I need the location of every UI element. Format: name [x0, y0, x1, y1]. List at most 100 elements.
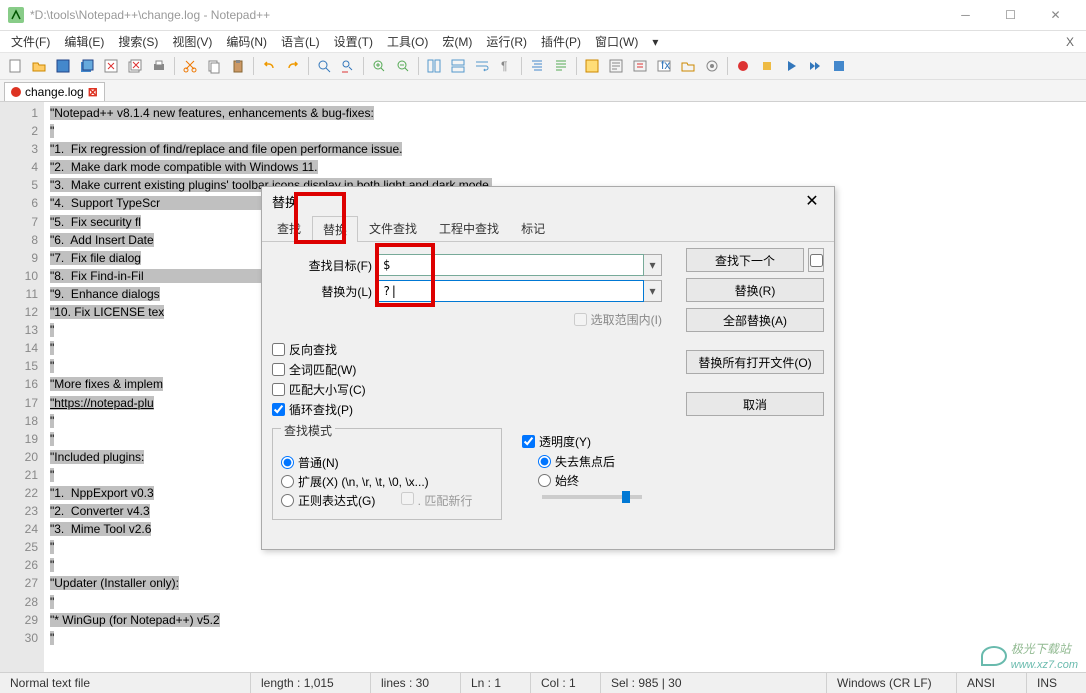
func-list-icon[interactable]: fx [653, 55, 675, 77]
dtab-replace[interactable]: 替换 [312, 216, 358, 242]
copy-icon[interactable] [203, 55, 225, 77]
stop-icon[interactable] [756, 55, 778, 77]
save-icon[interactable] [52, 55, 74, 77]
undo-icon[interactable] [258, 55, 280, 77]
replace-icon[interactable] [337, 55, 359, 77]
mode-ext-radio[interactable] [281, 475, 294, 488]
tab-close-x[interactable]: X [1058, 35, 1082, 49]
redo-icon[interactable] [282, 55, 304, 77]
userdef-icon[interactable] [581, 55, 603, 77]
dtab-find[interactable]: 查找 [266, 215, 312, 241]
close-file-icon[interactable] [100, 55, 122, 77]
eol-icon[interactable] [550, 55, 572, 77]
dialog-title: 替换 [272, 192, 800, 211]
mode-normal-radio[interactable] [281, 456, 294, 469]
replace-input[interactable] [378, 280, 644, 302]
menu-run[interactable]: 运行(R) [480, 31, 533, 52]
menu-tools[interactable]: 工具(O) [381, 31, 434, 52]
dtab-findinfiles[interactable]: 文件查找 [358, 215, 428, 241]
zoom-out-icon[interactable] [392, 55, 414, 77]
sync-v-icon[interactable] [423, 55, 445, 77]
menu-bar: 文件(F) 编辑(E) 搜索(S) 视图(V) 编码(N) 语言(L) 设置(T… [0, 30, 1086, 52]
find-icon[interactable] [313, 55, 335, 77]
close-all-icon[interactable] [124, 55, 146, 77]
menu-search[interactable]: 搜索(S) [112, 31, 164, 52]
wholeword-check[interactable] [272, 363, 285, 376]
dialog-titlebar[interactable]: 替换 ✕ [262, 187, 834, 215]
menu-file[interactable]: 文件(F) [5, 31, 56, 52]
dtab-findinproj[interactable]: 工程中查找 [428, 215, 510, 241]
toolbar: ¶ fx [0, 52, 1086, 80]
doc-list-icon[interactable] [629, 55, 651, 77]
replace-label: 替换为(L) [272, 283, 372, 300]
in-selection-check [574, 313, 587, 326]
menu-edit[interactable]: 编辑(E) [58, 31, 110, 52]
watermark-url: www.xz7.com [1011, 659, 1078, 671]
find-direction-check[interactable] [808, 248, 824, 272]
save-all-icon[interactable] [76, 55, 98, 77]
indent-guide-icon[interactable] [526, 55, 548, 77]
print-icon[interactable] [148, 55, 170, 77]
tab-bar: change.log ⊠ [0, 80, 1086, 102]
svg-text:¶: ¶ [501, 59, 507, 73]
monitor-icon[interactable] [701, 55, 723, 77]
replace-dropdown-icon[interactable]: ▾ [644, 280, 662, 302]
backward-check[interactable] [272, 343, 285, 356]
mode-regex-radio[interactable] [281, 494, 294, 507]
status-ins: INS [1026, 673, 1086, 693]
record-icon[interactable] [732, 55, 754, 77]
always-radio[interactable] [538, 474, 551, 487]
find-dropdown-icon[interactable]: ▾ [644, 254, 662, 276]
replace-button[interactable]: 替换(R) [686, 278, 824, 302]
folder-ws-icon[interactable] [677, 55, 699, 77]
dialog-tabs: 查找 替换 文件查找 工程中查找 标记 [262, 215, 834, 242]
status-eol: Windows (CR LF) [826, 673, 956, 693]
status-encoding: ANSI [956, 673, 1026, 693]
menu-overflow-icon[interactable]: ▾ [646, 33, 664, 51]
close-button[interactable]: ✕ [1033, 0, 1078, 30]
find-input[interactable] [378, 254, 644, 276]
zoom-in-icon[interactable] [368, 55, 390, 77]
maximize-button[interactable]: ☐ [988, 0, 1033, 30]
new-file-icon[interactable] [4, 55, 26, 77]
open-file-icon[interactable] [28, 55, 50, 77]
dtab-mark[interactable]: 标记 [510, 215, 556, 241]
transparency-check[interactable] [522, 435, 535, 448]
replace-all-button[interactable]: 全部替换(A) [686, 308, 824, 332]
menu-view[interactable]: 视图(V) [166, 31, 218, 52]
show-all-icon[interactable]: ¶ [495, 55, 517, 77]
menu-window[interactable]: 窗口(W) [589, 31, 644, 52]
tab-close-icon[interactable]: ⊠ [88, 85, 98, 99]
menu-macro[interactable]: 宏(M) [436, 31, 478, 52]
minimize-button[interactable]: ─ [943, 0, 988, 30]
menu-settings[interactable]: 设置(T) [328, 31, 379, 52]
wrap-icon[interactable] [471, 55, 493, 77]
replace-open-button[interactable]: 替换所有打开文件(O) [686, 350, 824, 374]
cut-icon[interactable] [179, 55, 201, 77]
paste-icon[interactable] [227, 55, 249, 77]
play-icon[interactable] [780, 55, 802, 77]
play-multi-icon[interactable] [804, 55, 826, 77]
watermark-text: 极光下载站 [1011, 642, 1071, 656]
matchcase-check[interactable] [272, 383, 285, 396]
dialog-close-icon[interactable]: ✕ [800, 191, 824, 211]
find-next-button[interactable]: 查找下一个 [686, 248, 804, 272]
onlose-radio[interactable] [538, 455, 551, 468]
find-label: 查找目标(F) [272, 257, 372, 274]
save-macro-icon[interactable] [828, 55, 850, 77]
transparency-slider[interactable] [542, 495, 642, 499]
sync-h-icon[interactable] [447, 55, 469, 77]
modified-dot-icon [11, 87, 21, 97]
status-filetype: Normal text file [0, 673, 250, 693]
status-col: Col : 1 [530, 673, 600, 693]
wrap-check[interactable] [272, 403, 285, 416]
menu-plugins[interactable]: 插件(P) [535, 31, 587, 52]
title-bar: *D:\tools\Notepad++\change.log - Notepad… [0, 0, 1086, 30]
cancel-button[interactable]: 取消 [686, 392, 824, 416]
menu-language[interactable]: 语言(L) [275, 31, 326, 52]
document-tab[interactable]: change.log ⊠ [4, 82, 105, 101]
doc-map-icon[interactable] [605, 55, 627, 77]
watermark-logo-icon [981, 646, 1007, 666]
menu-encoding[interactable]: 编码(N) [220, 31, 273, 52]
app-icon [8, 7, 24, 23]
